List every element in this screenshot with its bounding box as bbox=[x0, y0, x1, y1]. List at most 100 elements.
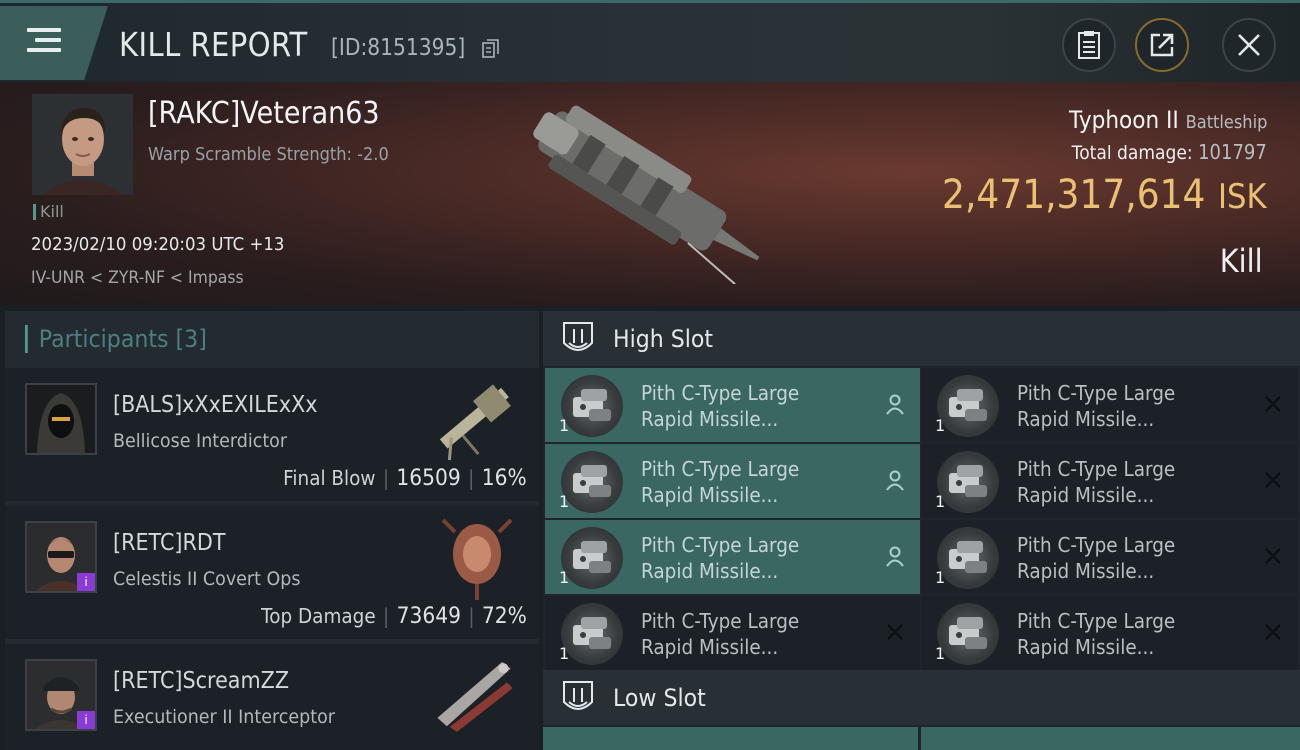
pilot-icon bbox=[886, 546, 904, 567]
module-cell[interactable]: 1 Pith C-Type Large Rapid Missile... bbox=[545, 444, 920, 518]
participant-row[interactable]: i [RETC]RDT Celestis II Covert Ops Top D… bbox=[5, 506, 539, 639]
module-quantity: 1 bbox=[559, 416, 570, 435]
destroyed-x-icon bbox=[1265, 472, 1281, 488]
fittings-panel: High Slot 1 Pith C-Type Large Rapid Missil… bbox=[543, 311, 1300, 750]
high-slot-label: High Slot bbox=[613, 325, 714, 353]
participant-percent: 16% bbox=[482, 466, 527, 491]
participant-row[interactable]: i [RETC]ScreamZZ Executioner II Intercep… bbox=[5, 644, 539, 750]
participants-count: [3] bbox=[175, 325, 207, 353]
info-badge-icon: i bbox=[77, 573, 95, 591]
missile-launcher-icon bbox=[561, 451, 623, 513]
module-quantity: 1 bbox=[935, 568, 946, 587]
module-name-line2: Rapid Missile... bbox=[1017, 559, 1155, 583]
kill-result: Kill bbox=[1220, 242, 1263, 280]
high-slot-header[interactable]: High Slot bbox=[543, 311, 1300, 366]
missile-launcher-icon bbox=[937, 451, 999, 513]
info-badge-icon: i bbox=[77, 711, 95, 729]
page-title: KILL REPORT bbox=[119, 25, 308, 64]
participant-stats: Final Blow | 16509 | 16% bbox=[283, 466, 527, 491]
module-name-line2: Rapid Missile... bbox=[641, 635, 779, 659]
victim-avatar[interactable] bbox=[32, 94, 133, 195]
participant-ship: Bellicose Interdictor bbox=[113, 430, 288, 452]
module-quantity: 1 bbox=[935, 644, 946, 663]
total-damage-value: 101797 bbox=[1198, 140, 1267, 164]
participant-ship: Celestis II Covert Ops bbox=[113, 568, 301, 590]
module-name-line2: Rapid Missile... bbox=[641, 483, 779, 507]
participant-name[interactable]: [BALS]xXxEXILExXx bbox=[113, 392, 318, 418]
module-cell[interactable]: 1 Pith C-Type Large Rapid Missile... bbox=[921, 520, 1298, 594]
victim-ship-image[interactable] bbox=[510, 94, 780, 284]
module-name-line2: Rapid Missile... bbox=[1017, 407, 1155, 431]
menu-button[interactable] bbox=[0, 6, 108, 80]
menu-icon bbox=[27, 28, 61, 56]
missile-launcher-icon bbox=[561, 527, 623, 589]
module-name-line1: Pith C-Type Large bbox=[1017, 609, 1176, 633]
module-cell[interactable]: 1 Pith C-Type Large Rapid Missile... bbox=[921, 368, 1298, 442]
module-name-line1: Pith C-Type Large bbox=[641, 609, 800, 633]
module-name: Pith C-Type Large Rapid Missile... bbox=[641, 456, 853, 508]
module-cell[interactable]: 1 Pith C-Type Large Rapid Missile... bbox=[545, 520, 920, 594]
module-name-line2: Rapid Missile... bbox=[1017, 635, 1155, 659]
module-quantity: 1 bbox=[935, 492, 946, 511]
shield-icon bbox=[563, 322, 593, 351]
module-name-line1: Pith C-Type Large bbox=[1017, 381, 1176, 405]
victim-subtitle: Warp Scramble Strength: -2.0 bbox=[148, 144, 389, 165]
participant-ship: Executioner II Interceptor bbox=[113, 706, 335, 728]
kill-tag: Kill bbox=[33, 204, 64, 220]
participant-name[interactable]: [RETC]RDT bbox=[113, 530, 225, 556]
participant-avatar[interactable]: i bbox=[25, 659, 97, 731]
module-cell-partial[interactable] bbox=[543, 727, 918, 750]
participant-ship-image[interactable] bbox=[425, 650, 525, 740]
module-name: Pith C-Type Large Rapid Missile... bbox=[641, 532, 853, 584]
participant-avatar[interactable]: i bbox=[25, 521, 97, 593]
clipboard-button[interactable] bbox=[1062, 18, 1116, 72]
copy-icon[interactable] bbox=[482, 39, 500, 59]
module-name-line2: Rapid Missile... bbox=[641, 407, 779, 431]
total-damage: Total damage: 101797 bbox=[1072, 140, 1267, 164]
participants-panel: Participants [3] [BALS]xXxEXILExXx Belli… bbox=[5, 311, 539, 750]
portrait-image bbox=[32, 94, 133, 195]
module-cell[interactable]: 1 Pith C-Type Large Rapid Missile... bbox=[545, 368, 920, 442]
participant-ship-image[interactable] bbox=[425, 512, 525, 602]
participant-avatar[interactable] bbox=[25, 383, 97, 455]
module-name-line2: Rapid Missile... bbox=[1017, 483, 1155, 507]
module-name: Pith C-Type Large Rapid Missile... bbox=[1017, 380, 1229, 432]
participant-row[interactable]: [BALS]xXxEXILExXx Bellicose Interdictor … bbox=[5, 368, 539, 501]
low-slot-label: Low Slot bbox=[613, 684, 706, 712]
destroyed-x-icon bbox=[1265, 396, 1281, 412]
module-name: Pith C-Type Large Rapid Missile... bbox=[641, 608, 853, 660]
module-name: Pith C-Type Large Rapid Missile... bbox=[1017, 456, 1229, 508]
isk-amount: 2,471,317,614 bbox=[942, 172, 1206, 218]
participant-role: Final Blow bbox=[283, 466, 376, 490]
pilot-icon bbox=[886, 394, 904, 415]
module-name-line1: Pith C-Type Large bbox=[1017, 533, 1176, 557]
module-cell[interactable]: 1 Pith C-Type Large Rapid Missile... bbox=[921, 444, 1298, 518]
module-name-line2: Rapid Missile... bbox=[641, 559, 779, 583]
module-quantity: 1 bbox=[559, 492, 570, 511]
participants-header: Participants [3] bbox=[5, 311, 539, 368]
close-button[interactable] bbox=[1222, 18, 1276, 72]
module-name: Pith C-Type Large Rapid Missile... bbox=[1017, 532, 1229, 584]
module-quantity: 1 bbox=[559, 644, 570, 663]
missile-launcher-icon bbox=[937, 527, 999, 589]
share-button[interactable] bbox=[1135, 18, 1189, 72]
module-cell[interactable]: 1 Pith C-Type Large Rapid Missile... bbox=[921, 596, 1298, 670]
shield-icon bbox=[563, 681, 593, 710]
destroyed-x-icon bbox=[887, 624, 903, 640]
clipboard-icon bbox=[1078, 31, 1100, 59]
kill-timestamp: 2023/02/10 09:20:03 UTC +13 bbox=[31, 234, 285, 255]
participant-name[interactable]: [RETC]ScreamZZ bbox=[113, 668, 289, 694]
participant-ship-image[interactable] bbox=[425, 374, 525, 464]
destroyed-x-icon bbox=[1265, 548, 1281, 564]
low-slot-header[interactable]: Low Slot bbox=[543, 670, 1300, 725]
victim-name[interactable]: [RAKC]Veteran63 bbox=[148, 96, 380, 131]
kill-location[interactable]: IV-UNR < ZYR-NF < Impass bbox=[31, 268, 244, 288]
ship-name[interactable]: Typhoon II bbox=[1069, 106, 1179, 134]
total-damage-label: Total damage: bbox=[1071, 142, 1193, 164]
module-name-line1: Pith C-Type Large bbox=[641, 381, 800, 405]
module-cell[interactable]: 1 Pith C-Type Large Rapid Missile... bbox=[545, 596, 920, 670]
isk-value: 2,471,317,614 ISK bbox=[943, 172, 1267, 218]
victim-ship-type: Typhoon II Battleship bbox=[1069, 106, 1267, 134]
participant-damage: 73649 bbox=[396, 604, 462, 629]
module-cell-partial[interactable] bbox=[921, 727, 1300, 750]
